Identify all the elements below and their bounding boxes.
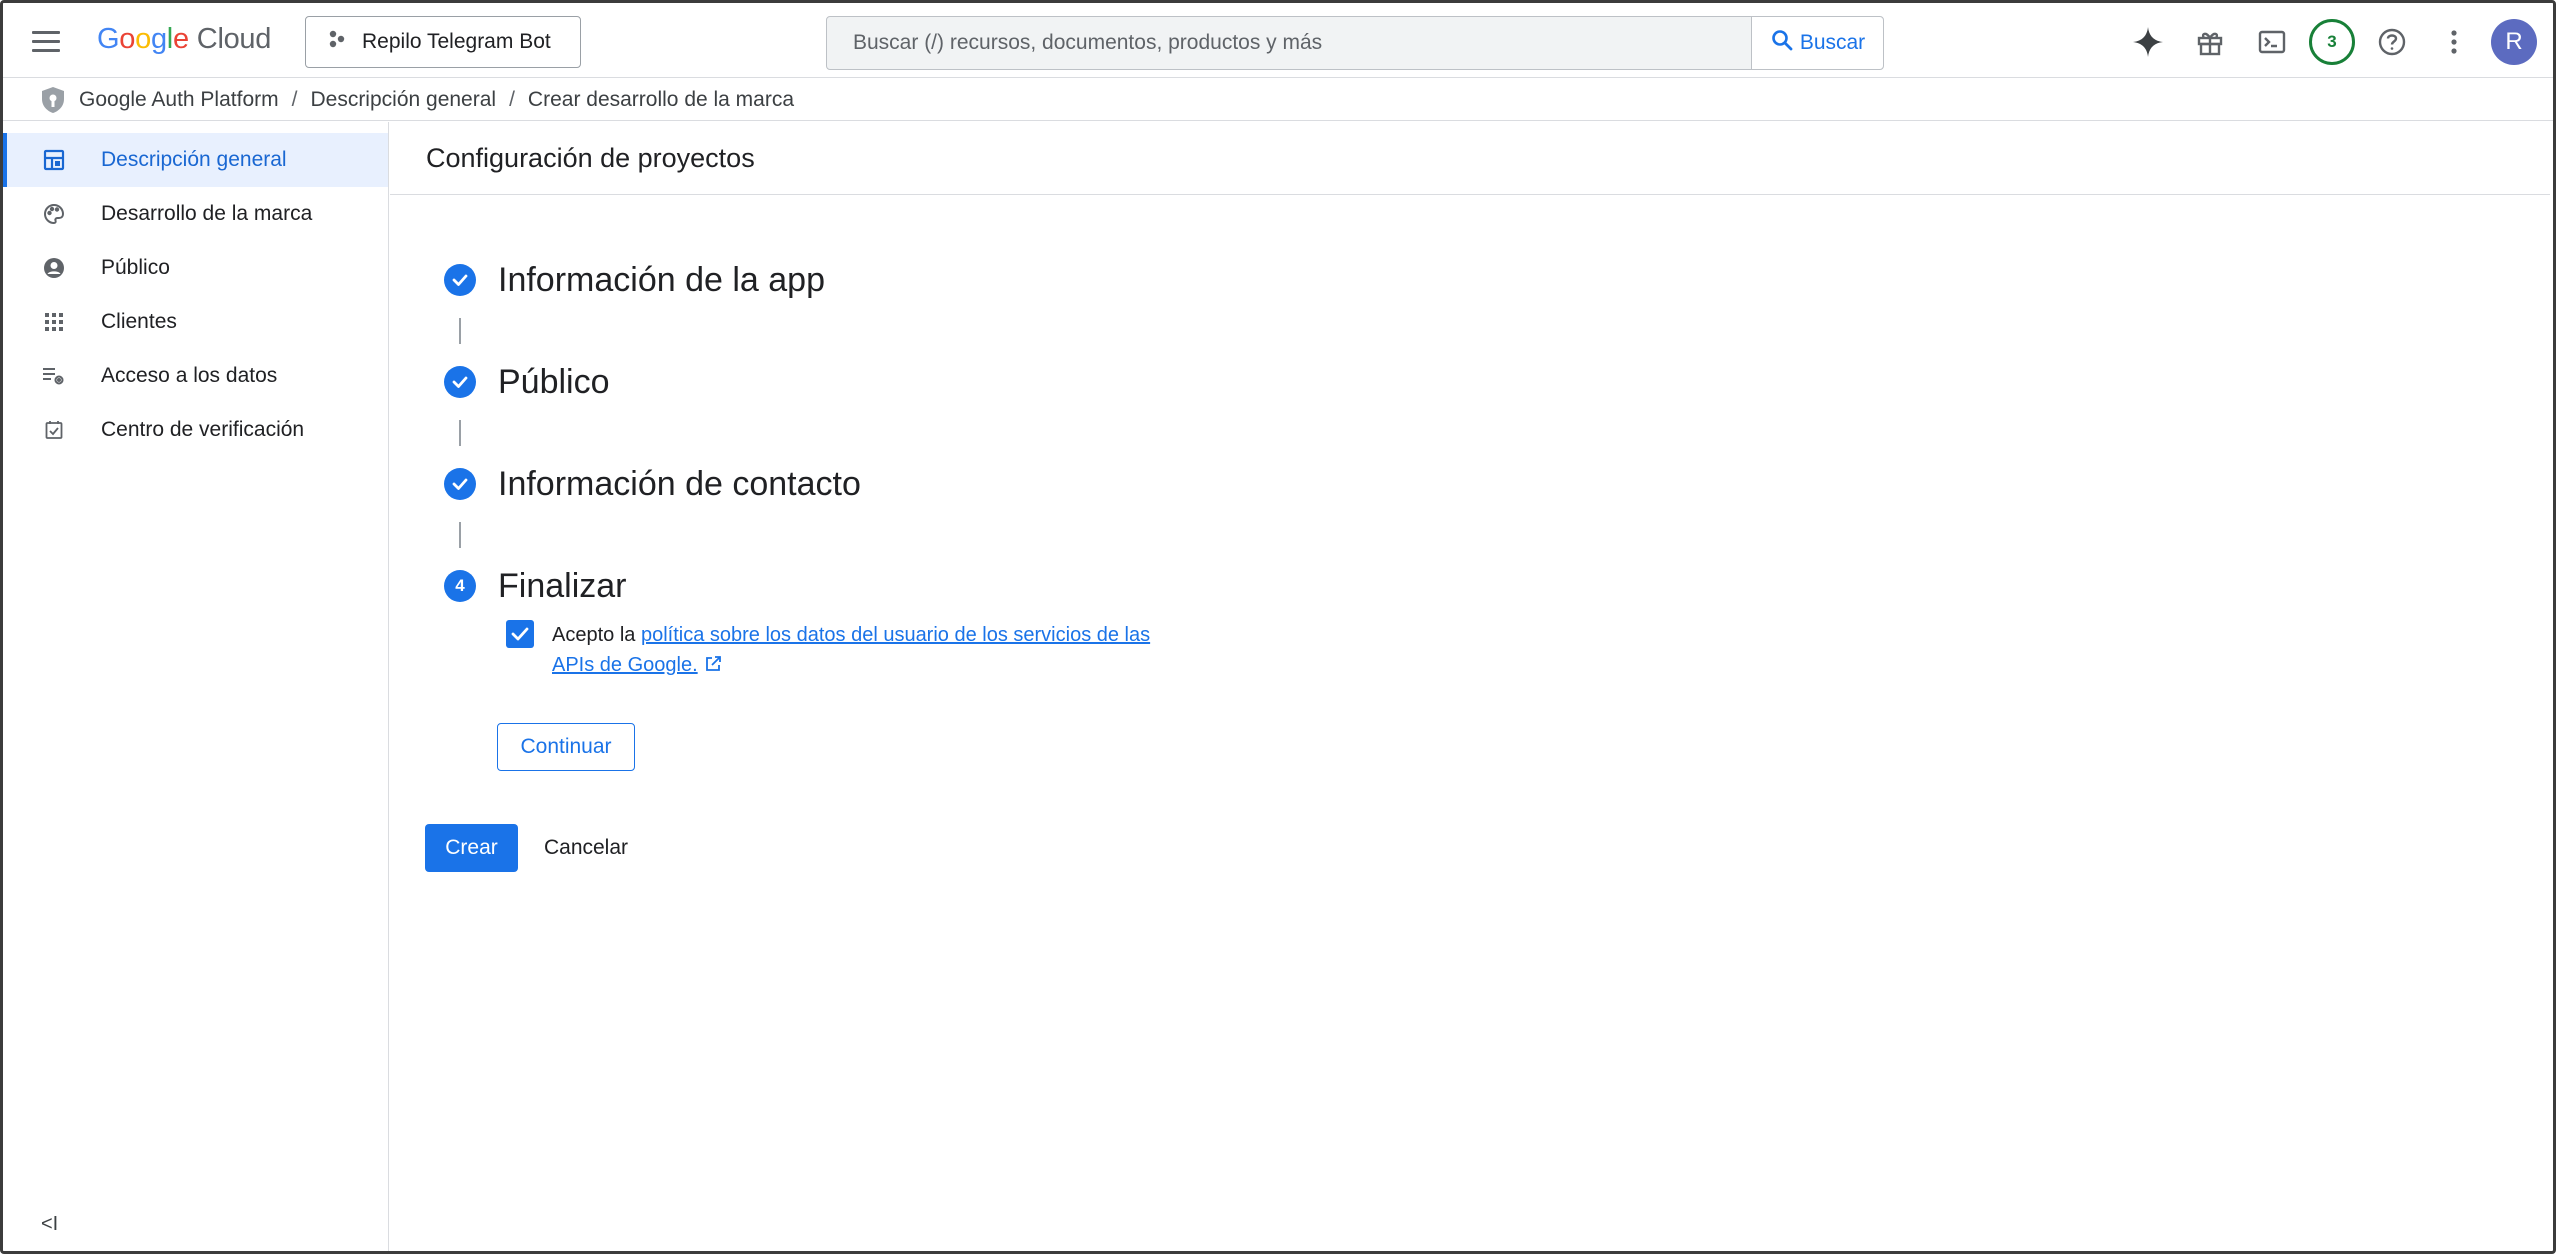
step-audience[interactable]: Público [444,356,861,408]
step-connector [459,318,461,344]
project-picker-button[interactable]: Repilo Telegram Bot [305,16,581,68]
main-content: Configuración de proyectos Información d… [390,122,2550,1251]
check-circle-icon [444,366,476,398]
palette-icon [41,201,67,227]
search-bar: Buscar [826,16,1884,70]
person-circle-icon [41,255,67,281]
browser-frame: GoogleCloud Repilo Telegram Bot Buscar [0,0,2556,1254]
dashboard-icon [41,147,67,173]
policy-agreement: Acepto la política sobre los datos del u… [506,620,1206,682]
breadcrumb-item-auth-platform[interactable]: Google Auth Platform [79,88,279,112]
create-button[interactable]: Crear [425,824,518,872]
search-button[interactable]: Buscar [1751,17,1883,69]
sidebar-item-verification-center[interactable]: Centro de verificación [3,403,388,457]
step-title: Información de contacto [498,464,861,503]
sidebar-item-label: Centro de verificación [101,418,305,441]
sidebar-item-clients[interactable]: Clientes [3,295,388,349]
step-title: Finalizar [498,566,627,605]
project-icon [326,28,348,56]
external-link-icon[interactable] [704,652,722,682]
step-connector [459,420,461,446]
shield-icon [39,85,67,115]
breadcrumb-separator: / [509,87,515,111]
list-settings-icon [41,363,67,389]
project-name: Repilo Telegram Bot [362,30,551,53]
checkbox-icon [41,417,67,443]
grid-dots-icon [41,309,67,335]
policy-link-line2: APIs de Google. [552,654,698,676]
gemini-sparkle-icon[interactable] [2123,17,2173,67]
step-connector [459,522,461,548]
notifications-badge[interactable]: 3 [2309,19,2355,65]
google-cloud-logo[interactable]: Google Cloud [97,23,271,56]
step-contact-info[interactable]: Información de contacto [444,458,861,510]
cloud-shell-terminal-icon[interactable] [2247,17,2297,67]
stepper: Información de la app Público Informació… [444,254,861,612]
check-circle-icon [444,468,476,500]
policy-link[interactable]: política sobre los datos del usuario de … [552,624,1150,676]
step-app-info[interactable]: Información de la app [444,254,861,306]
sidebar-item-data-access[interactable]: Acceso a los datos [3,349,388,403]
search-input[interactable] [827,17,1751,69]
sidebar: Descripción general Desarrollo de la mar… [3,122,389,1251]
continue-button[interactable]: Continuar [497,723,635,771]
avatar[interactable]: R [2491,19,2537,65]
sidebar-item-label: Acceso a los datos [101,364,278,387]
check-circle-icon [444,264,476,296]
step-number-badge: 4 [444,570,476,602]
search-button-label: Buscar [1799,31,1866,54]
sidebar-item-audience[interactable]: Público [3,241,388,295]
checkmark-icon [511,627,529,641]
policy-link-line1: política sobre los datos del usuario de … [640,624,1151,646]
agree-prefix: Acepto la [552,624,641,646]
breadcrumb: Google Auth Platform / Descripción gener… [3,79,2553,121]
breadcrumb-separator: / [291,87,298,111]
cancel-button[interactable]: Cancelar [530,824,642,872]
search-icon [1770,28,1794,58]
step-finish[interactable]: 4 Finalizar [444,560,861,612]
page-title: Configuración de proyectos [390,122,2550,195]
sidebar-item-label: Clientes [101,310,177,333]
sidebar-item-label: Desarrollo de la marca [101,202,313,225]
sidebar-item-label: Descripción general [101,148,287,171]
sidebar-item-branding[interactable]: Desarrollo de la marca [3,187,388,241]
help-icon[interactable] [2367,17,2417,67]
top-actions: 3 R [2123,17,2537,67]
logo-product-label: Cloud [196,23,272,55]
top-app-bar: GoogleCloud Repilo Telegram Bot Buscar [3,3,2553,78]
gift-icon[interactable] [2185,17,2235,67]
collapse-sidebar-icon[interactable]: <I [41,1213,58,1236]
agree-text: Acepto la política sobre los datos del u… [552,620,1150,682]
sidebar-nav: Descripción general Desarrollo de la mar… [3,133,388,457]
sidebar-item-label: Público [101,256,170,279]
step-title: Público [498,362,610,401]
agree-checkbox[interactable] [506,620,534,648]
sidebar-item-overview[interactable]: Descripción general [3,133,388,187]
more-vert-icon[interactable] [2429,17,2479,67]
step-title: Información de la app [498,260,825,299]
breadcrumb-item-overview[interactable]: Descripción general [310,88,496,112]
breadcrumb-item-create-branding: Crear desarrollo de la marca [527,87,795,111]
hamburger-menu-icon[interactable] [28,23,68,59]
